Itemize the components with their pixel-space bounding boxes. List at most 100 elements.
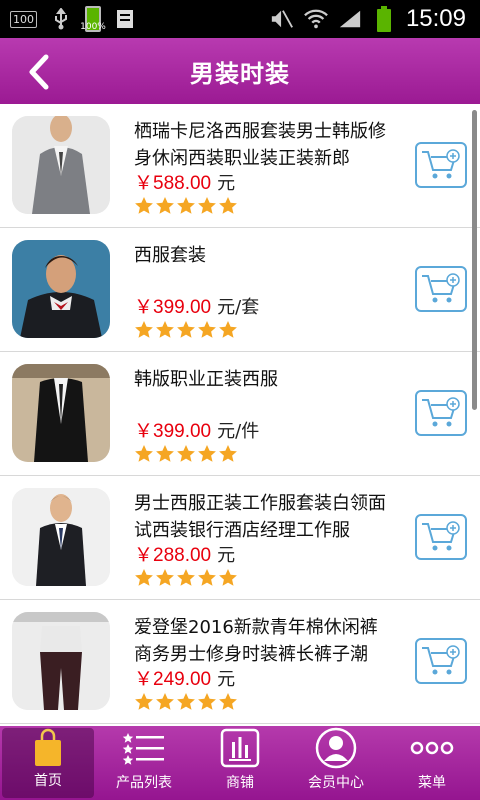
battery-icon [372,6,396,32]
star-icon [156,693,174,710]
signal-icon [338,7,362,31]
price-value: ￥588.00 [134,173,212,194]
list-item[interactable]: 爱登堡2016新款青年棉休闲裤商务男士修身时装裤长裤子潮 ￥249.00 元 [0,600,480,724]
star-icon [198,569,216,586]
more-icon [410,728,454,768]
star-icon [177,321,195,338]
product-image[interactable] [12,240,110,338]
add-to-cart-button[interactable] [415,266,467,312]
product-image[interactable] [12,488,110,586]
star-icon [156,197,174,214]
star-icon [156,445,174,462]
product-image[interactable] [12,116,110,214]
star-icon [135,321,153,338]
price-value: ￥249.00 [134,669,212,690]
product-price: ￥399.00 元/套 [134,292,259,319]
list-item[interactable]: 男士西服正装工作服套装白领面试西装银行酒店经理工作服 ￥288.00 元 [0,476,480,600]
wifi-icon [304,7,328,31]
price-unit: 元 [217,545,236,566]
rating-stars [134,320,238,340]
product-title[interactable]: 韩版职业正装西服 [134,366,394,393]
status-bar: 100 100% 15:09 [0,0,480,38]
rating-stars [134,196,238,216]
star-icon [198,693,216,710]
shopping-bag-icon [26,728,70,766]
star-icon [219,445,237,462]
usb-icon [49,7,73,31]
add-to-cart-button[interactable] [415,638,467,684]
product-image[interactable] [12,364,110,462]
cart-add-icon [422,521,460,551]
star-icon [198,321,216,338]
user-icon [314,727,358,769]
list-item[interactable]: 栖瑞卡尼洛西服套装男士韩版修身休闲西装职业装正装新郎 ￥588.00 元 [0,104,480,228]
battery-percent: 100% [80,22,106,32]
clock: 15:09 [405,5,466,32]
product-image[interactable] [12,612,110,710]
clipboard-icon [113,7,137,31]
product-list[interactable]: 栖瑞卡尼洛西服套装男士韩版修身休闲西装职业装正装新郎 ￥588.00 元 西服套装… [0,104,480,726]
star-icon [156,569,174,586]
tab-label: 商铺 [226,775,254,791]
tab-member-center[interactable]: 会员中心 [288,726,384,800]
price-unit: 元 [217,669,236,690]
list-item[interactable]: 西服套装 ￥399.00 元/套 [0,228,480,352]
tab-store[interactable]: 商铺 [192,726,288,800]
tab-home[interactable]: 首页 [2,728,94,798]
back-button[interactable] [18,52,58,92]
cart-add-icon [422,397,460,427]
battery-status-icon: 100% [80,6,106,32]
star-icon [177,197,195,214]
star-icon [177,569,195,586]
rating-stars [134,444,238,464]
chevron-left-icon [29,54,49,90]
list-item[interactable]: 韩版职业正装西服 ￥399.00 元/件 [0,352,480,476]
price-unit: 元/件 [217,421,260,442]
product-price: ￥288.00 元 [134,540,235,567]
star-icon [219,197,237,214]
product-title[interactable]: 爱登堡2016新款青年棉休闲裤商务男士修身时装裤长裤子潮 [134,614,394,668]
star-icon [177,693,195,710]
tab-label: 会员中心 [308,775,364,791]
product-price: ￥399.00 元/件 [134,416,259,443]
rating-stars [134,568,238,588]
store-icon [218,728,262,768]
star-icon [198,445,216,462]
star-icon [219,321,237,338]
star-icon [177,445,195,462]
star-icon [135,693,153,710]
status-badge: 100 [10,10,37,28]
star-icon [135,569,153,586]
price-value: ￥399.00 [134,297,212,318]
price-value: ￥288.00 [134,545,212,566]
product-title[interactable]: 男士西服正装工作服套装白领面试西装银行酒店经理工作服 [134,490,394,544]
tab-label: 菜单 [418,775,446,791]
add-to-cart-button[interactable] [415,390,467,436]
star-icon [135,197,153,214]
price-unit: 元/套 [217,297,260,318]
app-header: 男装时装 [0,38,480,104]
star-icon [135,445,153,462]
tab-product-list[interactable]: 产品列表 [96,726,192,800]
star-icon [219,569,237,586]
price-unit: 元 [217,173,236,194]
list-icon [122,728,166,768]
price-value: ￥399.00 [134,421,212,442]
add-to-cart-button[interactable] [415,514,467,560]
cart-add-icon [422,645,460,675]
cart-add-icon [422,149,460,179]
product-title[interactable]: 西服套装 [134,242,394,269]
cart-add-icon [422,273,460,303]
product-title[interactable]: 栖瑞卡尼洛西服套装男士韩版修身休闲西装职业装正装新郎 [134,118,394,172]
scrollbar[interactable] [472,110,477,410]
star-icon [198,197,216,214]
rating-stars [134,692,238,712]
add-to-cart-button[interactable] [415,142,467,188]
mute-icon [270,7,294,31]
product-price: ￥249.00 元 [134,664,235,691]
bottom-tab-bar: 首页 产品列表 商铺 会员中心 菜单 [0,726,480,800]
page-title: 男装时装 [190,59,290,88]
tab-menu[interactable]: 菜单 [384,726,480,800]
tab-label: 产品列表 [116,775,172,791]
star-icon [219,693,237,710]
